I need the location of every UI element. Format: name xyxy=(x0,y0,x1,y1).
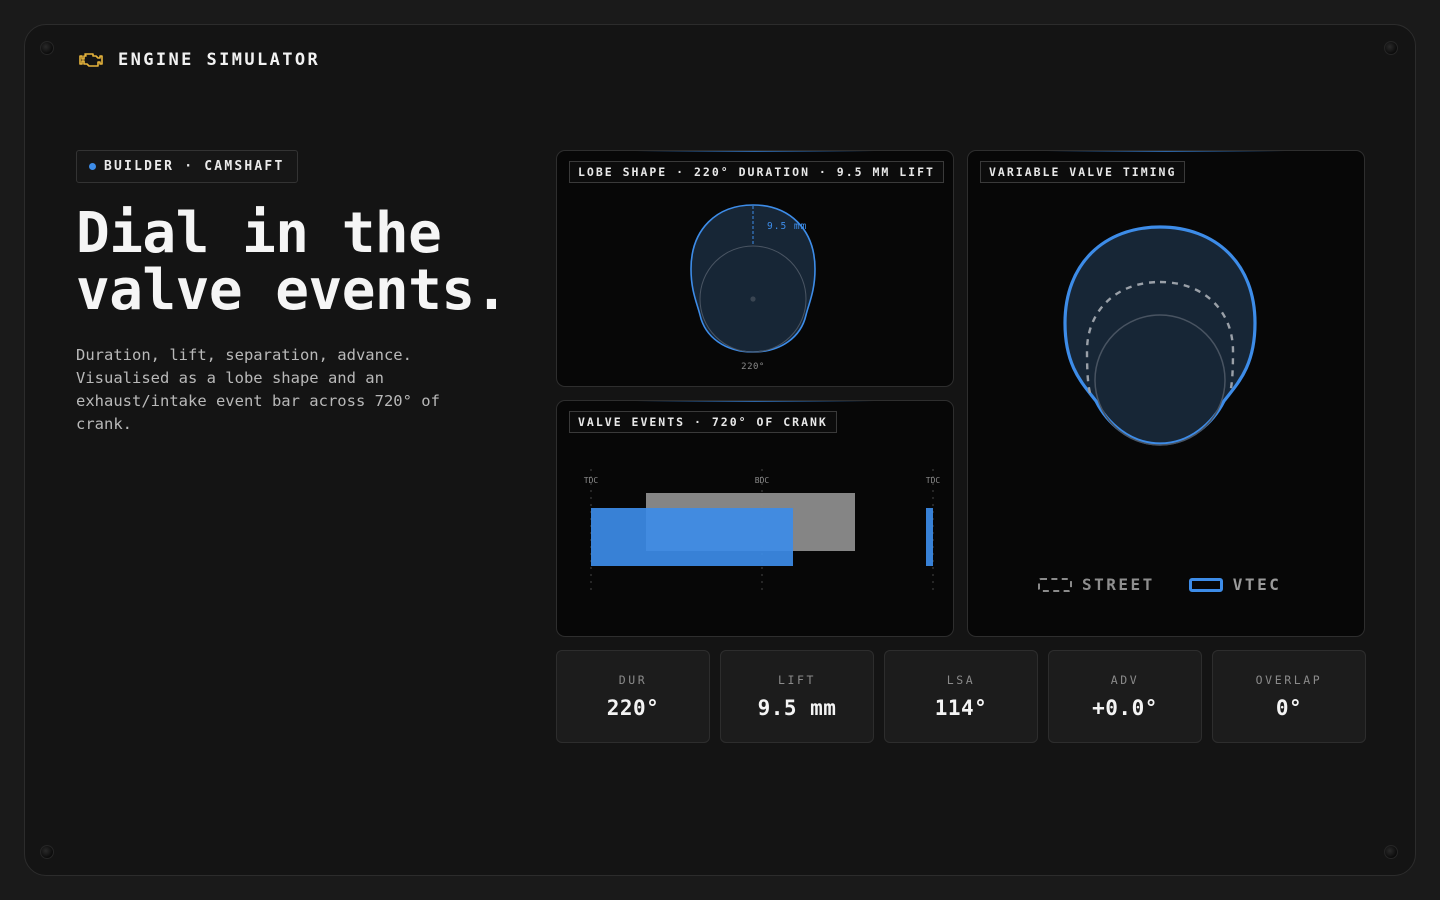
tdc-marker-label: TDC xyxy=(926,476,941,485)
app-title: ENGINE SIMULATOR xyxy=(118,50,321,70)
valve-panel-tag: VALVE EVENTS · 720° OF CRANK xyxy=(569,411,837,433)
tdc-marker-label: TDC xyxy=(584,476,599,485)
stat-label: OVERLAP xyxy=(1255,673,1323,687)
screw-decoration xyxy=(40,845,54,859)
screw-decoration xyxy=(40,41,54,55)
app-brand: ENGINE SIMULATOR xyxy=(78,50,320,70)
page-lead: Duration, lift, separation, advance. Vis… xyxy=(76,346,440,433)
legend-item-vtec: VTEC xyxy=(1188,575,1282,594)
stat-card-lift: LIFT 9.5 mm xyxy=(720,650,874,743)
screw-decoration xyxy=(1384,845,1398,859)
stat-value: 0° xyxy=(1275,696,1303,720)
vvt-legend: STREET VTEC xyxy=(1038,575,1281,594)
screw-decoration xyxy=(1384,41,1398,55)
valve-events-chart: TDC BDC TDC xyxy=(584,469,941,595)
stat-card-overlap: OVERLAP 0° xyxy=(1212,650,1366,743)
vvt-panel: VARIABLE VALVE TIMING STREET VTEC xyxy=(967,150,1365,637)
stats-row: DUR 220° LIFT 9.5 mm LSA 114° ADV +0.0° … xyxy=(556,650,1366,743)
engine-check-icon xyxy=(78,51,104,69)
section-chip: BUILDER · CAMSHAFT xyxy=(76,150,299,183)
duration-label: 220° xyxy=(741,362,765,372)
vtec-lobe-profile xyxy=(1063,225,1257,446)
stat-value: +0.0° xyxy=(1092,696,1158,720)
status-dot xyxy=(89,163,96,170)
stat-label: ADV xyxy=(1110,673,1140,687)
headline-line-1: Dial in the xyxy=(76,201,442,266)
bdc-marker-label: BDC xyxy=(755,476,770,485)
lobe-shape-diagram: 9.5 mm 220° xyxy=(690,204,816,372)
legend-item-street: STREET xyxy=(1038,575,1155,594)
section-chip-label: BUILDER · CAMSHAFT xyxy=(104,159,285,174)
solid-swatch-icon xyxy=(1188,577,1223,592)
lobe-shape-panel: 9.5 mm 220° LOBE SHAPE · 220° DURATION ·… xyxy=(556,150,954,387)
headline-line-2: valve events. xyxy=(76,258,508,323)
stat-value: 114° xyxy=(934,696,988,720)
stat-label: LIFT xyxy=(777,673,817,687)
vvt-panel-tag: VARIABLE VALVE TIMING xyxy=(980,161,1186,183)
intake-event-bar-end xyxy=(926,508,933,566)
stat-label: DUR xyxy=(618,673,648,687)
legend-label-vtec: VTEC xyxy=(1232,575,1282,594)
cam-center xyxy=(750,296,756,302)
stat-value: 220° xyxy=(606,696,660,720)
vvt-diagram xyxy=(1063,225,1257,446)
page-headline: Dial in the valve events. xyxy=(76,205,536,319)
stat-card-duration: DUR 220° xyxy=(556,650,710,743)
legend-label-street: STREET xyxy=(1082,575,1155,594)
dashed-swatch-icon xyxy=(1038,577,1072,592)
stat-label: LSA xyxy=(946,673,976,687)
intake-event-bar xyxy=(591,508,793,566)
lobe-panel-tag: LOBE SHAPE · 220° DURATION · 9.5 MM LIFT xyxy=(569,161,944,183)
lift-label: 9.5 mm xyxy=(767,221,807,232)
stat-card-lsa: LSA 114° xyxy=(884,650,1038,743)
stat-value: 9.5 mm xyxy=(757,696,837,720)
stat-card-advance: ADV +0.0° xyxy=(1048,650,1202,743)
valve-events-panel: TDC BDC TDC VALVE EVENTS · 720° OF CRANK xyxy=(556,400,954,637)
